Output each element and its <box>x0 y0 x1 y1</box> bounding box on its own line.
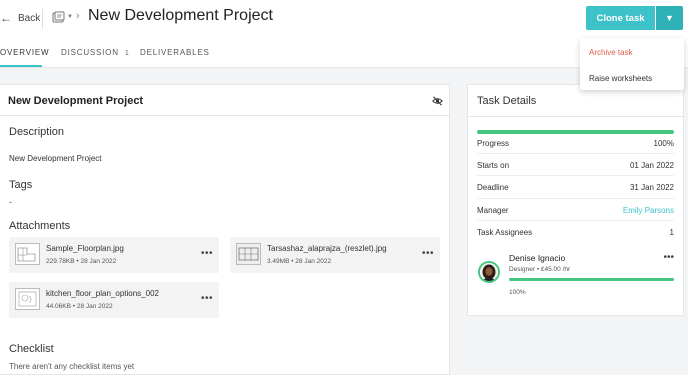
starts-on-value: 01 Jan 2022 <box>629 161 674 170</box>
back-arrow-icon: ← <box>0 11 12 25</box>
description-text: New Development Project <box>9 154 102 163</box>
attachment-name: Sample_Floorplan.jpg <box>46 244 124 253</box>
raise-worksheets-menu-item[interactable]: Raise worksheets <box>589 74 652 83</box>
archive-task-menu-item[interactable]: Archive task <box>589 48 633 57</box>
back-label: Back <box>18 12 41 24</box>
assignee-progress-value: 100% <box>509 289 526 296</box>
manager-link[interactable]: Emily Parsons <box>623 206 674 215</box>
attachment-meta: 229.78KB • 28 Jan 2022 <box>46 258 117 265</box>
clone-task-button[interactable]: Clone task <box>586 6 655 30</box>
manager-label: Manager <box>477 206 509 215</box>
person-avatar-icon <box>480 263 498 281</box>
assignee-role-title: Designer <box>509 266 536 273</box>
floorplan-thumbnail-icon <box>15 288 40 310</box>
attachment-item[interactable]: Sample_Floorplan.jpg 229.78KB • 28 Jan 2… <box>9 237 219 273</box>
attachment-size: 229.78KB <box>46 258 75 265</box>
attachment-meta: 3.49MB • 28 Jan 2022 <box>267 258 332 265</box>
divider <box>477 220 674 221</box>
progress-bar <box>477 130 674 134</box>
attachment-date: 28 Jan 2022 <box>295 258 332 265</box>
more-options-icon[interactable]: ••• <box>201 293 213 304</box>
attachment-item[interactable]: Tarsashaz_alaprajza_(reszlet).jpg 3.49MB… <box>230 237 440 273</box>
attachment-name: kitchen_floor_plan_options_002 <box>46 289 159 298</box>
more-actions-toggle[interactable]: ▼ <box>655 6 683 30</box>
divider <box>477 153 674 154</box>
assignee-role: Designer • £45.00 /hr <box>509 266 571 273</box>
task-assignees-label: Task Assignees <box>477 228 533 237</box>
discussion-count-badge: 1 <box>124 48 130 57</box>
checklist-empty-message: There aren't any checklist items yet <box>9 362 135 371</box>
attachment-date: 28 Jan 2022 <box>80 258 117 265</box>
progress-label: Progress <box>477 139 510 148</box>
more-options-icon[interactable]: ••• <box>663 252 674 263</box>
back-button[interactable]: ← Back <box>0 11 40 25</box>
header-divider <box>42 9 43 29</box>
tab-label: DELIVERABLES <box>140 48 210 57</box>
assignee-progress-bar <box>509 278 674 281</box>
description-heading: Description <box>9 126 65 138</box>
tab-deliverables[interactable]: DELIVERABLES <box>140 48 210 57</box>
more-options-icon[interactable]: ••• <box>201 248 213 259</box>
tab-label: DISCUSSION <box>61 48 119 57</box>
progress-value: 100% <box>653 139 674 148</box>
chevron-down-icon: ▼ <box>665 13 674 23</box>
checklist-heading: Checklist <box>9 343 54 355</box>
tab-overview[interactable]: OVERVIEW <box>0 48 49 57</box>
attachment-date: 28 Jan 2022 <box>76 303 113 310</box>
top-bar: ← Back ▼ › New Development Project Clone… <box>0 0 688 40</box>
assignee-name: Denise Ignacio <box>509 253 566 263</box>
deadline-value: 31 Jan 2022 <box>629 183 674 192</box>
eye-off-icon[interactable] <box>432 96 443 106</box>
divider <box>468 116 683 117</box>
assignee-item: Denise Ignacio Designer • £45.00 /hr •••… <box>468 243 683 303</box>
avatar <box>478 261 500 283</box>
attachment-name: Tarsashaz_alaprajza_(reszlet).jpg <box>267 244 387 253</box>
divider <box>477 175 674 176</box>
clone-task-button-group: Clone task ▼ <box>586 6 683 30</box>
floorplan-thumbnail-icon <box>15 243 40 265</box>
tags-heading: Tags <box>9 179 33 191</box>
card-header: New Development Project <box>0 85 449 116</box>
folder-icon <box>52 11 65 23</box>
attachment-size: 44.06KB <box>46 303 71 310</box>
task-details-card: Task Details Progress 100% Starts on 01 … <box>467 84 684 316</box>
attachment-meta: 44.06KB • 28 Jan 2022 <box>46 303 113 310</box>
tab-discussion[interactable]: DISCUSSION 1 <box>61 48 130 57</box>
active-tab-indicator <box>0 65 42 67</box>
attachments-heading: Attachments <box>9 220 71 232</box>
card-title: New Development Project <box>8 95 144 107</box>
assignee-rate: £45.00 /hr <box>540 266 571 273</box>
divider <box>477 198 674 199</box>
task-details-title: Task Details <box>477 95 537 107</box>
page-title: New Development Project <box>88 7 273 24</box>
tags-value: - <box>9 197 12 207</box>
actions-dropdown: Archive task Raise worksheets <box>580 38 684 90</box>
task-assignees-count: 1 <box>669 228 674 237</box>
attachment-size: 3.49MB <box>267 258 290 265</box>
deadline-label: Deadline <box>477 183 509 192</box>
floorplan-thumbnail-icon <box>236 243 261 265</box>
attachment-item[interactable]: kitchen_floor_plan_options_002 44.06KB •… <box>9 282 219 318</box>
starts-on-label: Starts on <box>477 161 510 170</box>
project-folder-menu[interactable]: ▼ <box>52 11 73 23</box>
chevron-right-icon: › <box>76 10 80 22</box>
chevron-down-icon: ▼ <box>67 14 73 20</box>
more-options-icon[interactable]: ••• <box>422 248 434 259</box>
tab-label: OVERVIEW <box>0 48 50 57</box>
